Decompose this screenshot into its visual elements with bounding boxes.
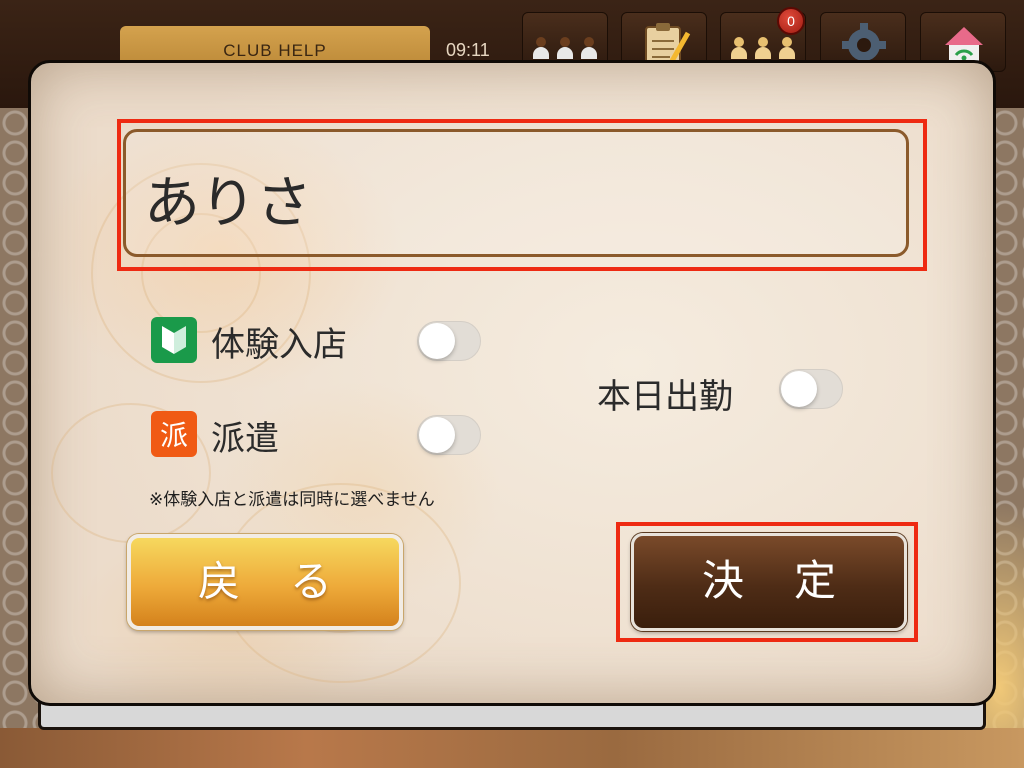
beginner-icon: [151, 317, 197, 363]
trial-label: 体験入店: [211, 325, 347, 365]
back-button[interactable]: 戻る: [127, 534, 403, 630]
dispatch-label: 派遣: [211, 419, 279, 459]
dispatch-toggle[interactable]: [417, 415, 481, 455]
exclusive-note: ※体験入店と派遣は同時に選べません: [149, 490, 435, 510]
background-bottom-strip: [0, 728, 1024, 768]
dispatch-icon: 派: [151, 411, 197, 457]
attendance-toggle[interactable]: [779, 369, 843, 409]
registration-dialog: ありさ 体験入店 派 派遣 本日出勤 ※体験入店と派遣は同時に選べません 戻る …: [28, 60, 996, 706]
trial-toggle[interactable]: [417, 321, 481, 361]
notification-badge: 0: [777, 7, 805, 35]
attendance-label: 本日出勤: [597, 377, 733, 417]
clock: 09:11: [446, 40, 490, 60]
confirm-button-highlight: [616, 522, 918, 642]
name-field-highlight: [117, 119, 927, 271]
